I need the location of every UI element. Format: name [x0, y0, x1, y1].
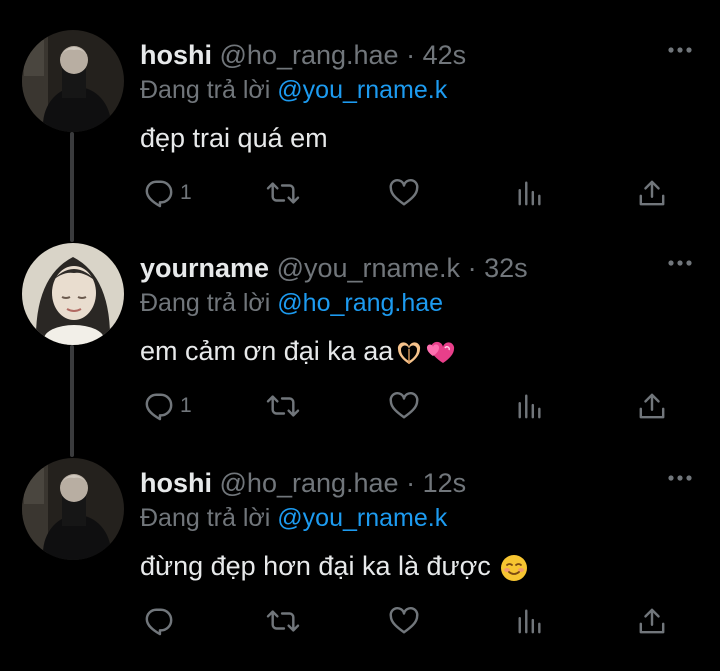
retweet-icon [266, 391, 300, 421]
reply-bubble-icon [144, 606, 174, 636]
tweet-text: em cảm ơn đại ka aa [140, 333, 455, 369]
tweet-actions: 1 [140, 388, 680, 424]
replying-to: Đang trả lời @you_rname.k [140, 502, 447, 534]
heart-hands-emoji [398, 342, 421, 364]
replying-to-label: Đang trả lời [140, 504, 271, 532]
tweet[interactable]: yourname @you_rname.k · 32s Đang trả lời… [0, 243, 720, 456]
replying-to-handle[interactable]: @you_rname.k [277, 76, 447, 104]
tweet-text-content: đừng đẹp hơn đại ka là được [140, 551, 491, 581]
tweet-header: hoshi @ho_rang.hae · 12s [140, 466, 466, 500]
reply-bubble-icon [144, 391, 174, 421]
display-name[interactable]: hoshi [140, 468, 212, 498]
reply-count: 1 [180, 181, 192, 204]
replying-to: Đang trả lời @you_rname.k [140, 74, 447, 106]
replying-to-label: Đang trả lời [140, 289, 271, 317]
tweet-text-content: em cảm ơn đại ka aa [140, 336, 394, 366]
like-button[interactable] [388, 175, 420, 211]
retweet-icon [266, 606, 300, 636]
heart-icon [388, 391, 420, 421]
timestamp[interactable]: · 12s [406, 468, 466, 498]
views-chart-icon [516, 179, 544, 207]
tweet-header: hoshi @ho_rang.hae · 42s [140, 38, 466, 72]
timestamp[interactable]: · 42s [406, 40, 466, 70]
reply-count: 1 [180, 394, 192, 417]
reply-button[interactable] [144, 603, 174, 639]
tweet-header: yourname @you_rname.k · 32s [140, 251, 528, 285]
tweet-actions: 1 [140, 175, 680, 211]
more-dots-icon[interactable] [666, 468, 694, 488]
tweet-text-content: đẹp trai quá em [140, 123, 328, 153]
views-chart-icon [516, 607, 544, 635]
share-upload-icon [638, 178, 666, 208]
two-hearts-emoji [427, 341, 455, 363]
user-handle[interactable]: @ho_rang.hae [220, 40, 399, 70]
avatar-hoshi-photo[interactable] [22, 458, 124, 560]
replying-to-handle[interactable]: @ho_rang.hae [277, 289, 443, 317]
heart-icon [388, 178, 420, 208]
user-handle[interactable]: @ho_rang.hae [220, 468, 399, 498]
tweet[interactable]: hoshi @ho_rang.hae · 12s Đang trả lời @y… [0, 458, 720, 671]
tweet-text: đẹp trai quá em [140, 120, 328, 156]
retweet-icon [266, 178, 300, 208]
retweet-button[interactable] [266, 175, 300, 211]
tweet-text: đừng đẹp hơn đại ka là được [140, 548, 528, 584]
user-handle[interactable]: @you_rname.k [277, 253, 461, 283]
replying-to: Đang trả lời @ho_rang.hae [140, 287, 443, 319]
share-button[interactable] [638, 603, 666, 639]
retweet-button[interactable] [266, 603, 300, 639]
views-chart-icon [516, 392, 544, 420]
views-button[interactable] [516, 388, 544, 424]
replying-to-label: Đang trả lời [140, 76, 271, 104]
like-button[interactable] [388, 388, 420, 424]
tweet[interactable]: hoshi @ho_rang.hae · 42s Đang trả lời @y… [0, 30, 720, 243]
share-upload-icon [638, 391, 666, 421]
views-button[interactable] [516, 175, 544, 211]
display-name[interactable]: yourname [140, 253, 269, 283]
views-button[interactable] [516, 603, 544, 639]
share-button[interactable] [638, 388, 666, 424]
replying-to-handle[interactable]: @you_rname.k [277, 504, 447, 532]
avatar-hoshi-photo[interactable] [22, 30, 124, 132]
tweet-actions [140, 603, 680, 639]
heart-icon [388, 606, 420, 636]
more-dots-icon[interactable] [666, 40, 694, 60]
more-dots-icon[interactable] [666, 253, 694, 273]
reply-button[interactable]: 1 [144, 175, 192, 211]
reply-bubble-icon [144, 178, 174, 208]
timestamp[interactable]: · 32s [468, 253, 528, 283]
smiling-face-emoji [501, 554, 528, 581]
like-button[interactable] [388, 603, 420, 639]
reply-button[interactable]: 1 [144, 388, 192, 424]
avatar-yourname-photo[interactable] [22, 243, 124, 345]
display-name[interactable]: hoshi [140, 40, 212, 70]
share-upload-icon [638, 606, 666, 636]
retweet-button[interactable] [266, 388, 300, 424]
share-button[interactable] [638, 175, 666, 211]
